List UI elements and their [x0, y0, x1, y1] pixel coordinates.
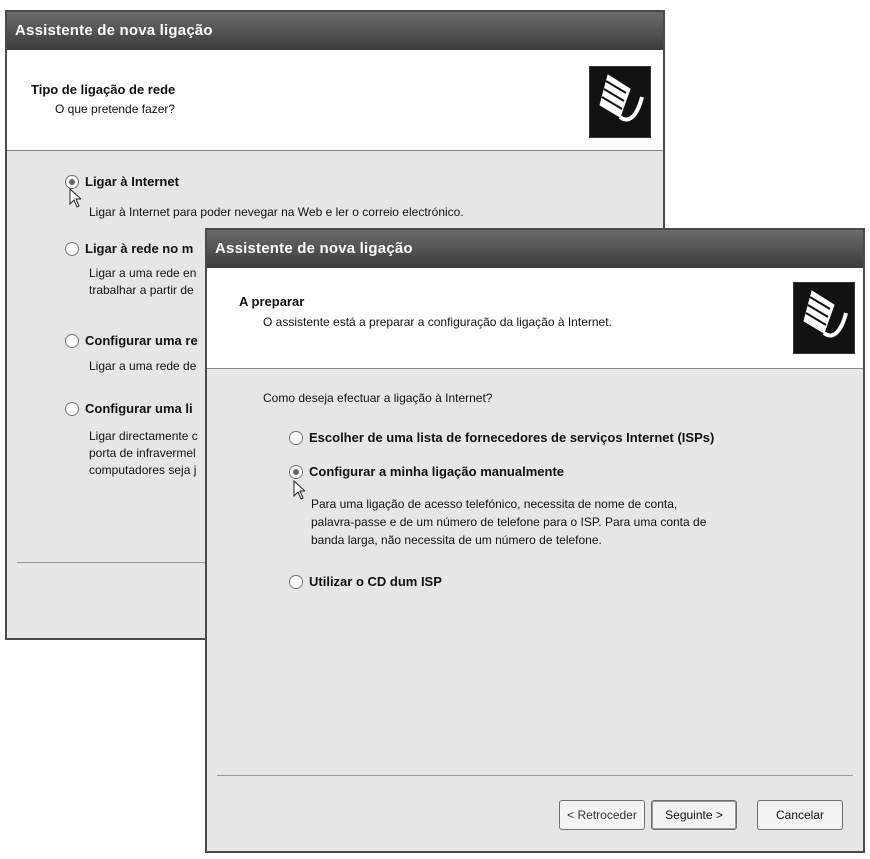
manual-desc-line-1: Para uma ligação de acesso telefónico, n…: [311, 497, 678, 511]
next-button[interactable]: Seguinte >: [651, 800, 737, 830]
front-window-header: A preparar O assistente está a preparar …: [207, 268, 863, 369]
back-header-subtitle: O que pretende fazer?: [55, 102, 176, 116]
front-window-titlebar[interactable]: Assistente de nova ligação: [207, 230, 863, 268]
front-wizard-window: Assistente de nova ligação A preparar O …: [205, 228, 865, 853]
radio-ligar-rede[interactable]: [65, 242, 79, 256]
option-configurar-ligacao-label[interactable]: Configurar uma li: [85, 401, 193, 416]
option-configurar-rede-desc-1: Ligar a uma rede de: [89, 359, 197, 373]
network-cable-icon: [589, 66, 651, 138]
cancel-button[interactable]: Cancelar: [757, 800, 843, 830]
radio-ligar-internet[interactable]: [65, 175, 79, 189]
mouse-cursor-icon: [293, 480, 305, 500]
option-ligar-rede-desc-2: trabalhar a partir de: [89, 283, 194, 297]
option-configurar-rede-label[interactable]: Configurar uma re: [85, 333, 198, 348]
front-footer-divider: [217, 775, 853, 776]
option-ligar-internet-label[interactable]: Ligar à Internet: [85, 174, 179, 189]
back-button[interactable]: < Retroceder: [559, 800, 645, 830]
back-window-titlebar[interactable]: Assistente de nova ligação: [7, 12, 663, 50]
option-ligar-rede-label[interactable]: Ligar à rede no m: [85, 241, 193, 256]
option-escolher-lista-label[interactable]: Escolher de uma lista de fornecedores de…: [309, 430, 714, 445]
option-configurar-manual-label[interactable]: Configurar a minha ligação manualmente: [309, 464, 564, 479]
option-utilizar-cd-label[interactable]: Utilizar o CD dum ISP: [309, 574, 442, 589]
front-header-title: A preparar: [239, 294, 305, 309]
back-window-header: Tipo de ligação de rede O que pretende f…: [7, 50, 663, 151]
radio-utilizar-cd[interactable]: [289, 575, 303, 589]
front-window-title: Assistente de nova ligação: [215, 240, 413, 257]
back-window-title: Assistente de nova ligação: [15, 22, 213, 39]
network-cable-icon: [793, 282, 855, 354]
radio-configurar-rede[interactable]: [65, 334, 79, 348]
mouse-cursor-icon: [69, 188, 81, 208]
option-ligar-rede-desc-1: Ligar a uma rede en: [89, 266, 197, 280]
radio-configurar-ligacao[interactable]: [65, 402, 79, 416]
manual-desc-line-3: banda larga, não necessita de um número …: [311, 533, 602, 547]
option-configurar-ligacao-desc-2: porta de infravermel: [89, 446, 196, 460]
option-configurar-ligacao-desc-1: Ligar directamente c: [89, 429, 198, 443]
front-header-subtitle: O assistente está a preparar a configura…: [263, 315, 612, 329]
radio-configurar-manual[interactable]: [289, 465, 303, 479]
connection-question: Como deseja efectuar a ligação à Interne…: [263, 391, 493, 405]
radio-escolher-lista[interactable]: [289, 431, 303, 445]
manual-desc-line-2: palavra-passe e de um número de telefone…: [311, 515, 707, 529]
back-header-title: Tipo de ligação de rede: [31, 82, 176, 97]
option-ligar-internet-desc: Ligar à Internet para poder nevegar na W…: [89, 205, 464, 219]
option-configurar-ligacao-desc-3: computadores seja j: [89, 463, 197, 477]
